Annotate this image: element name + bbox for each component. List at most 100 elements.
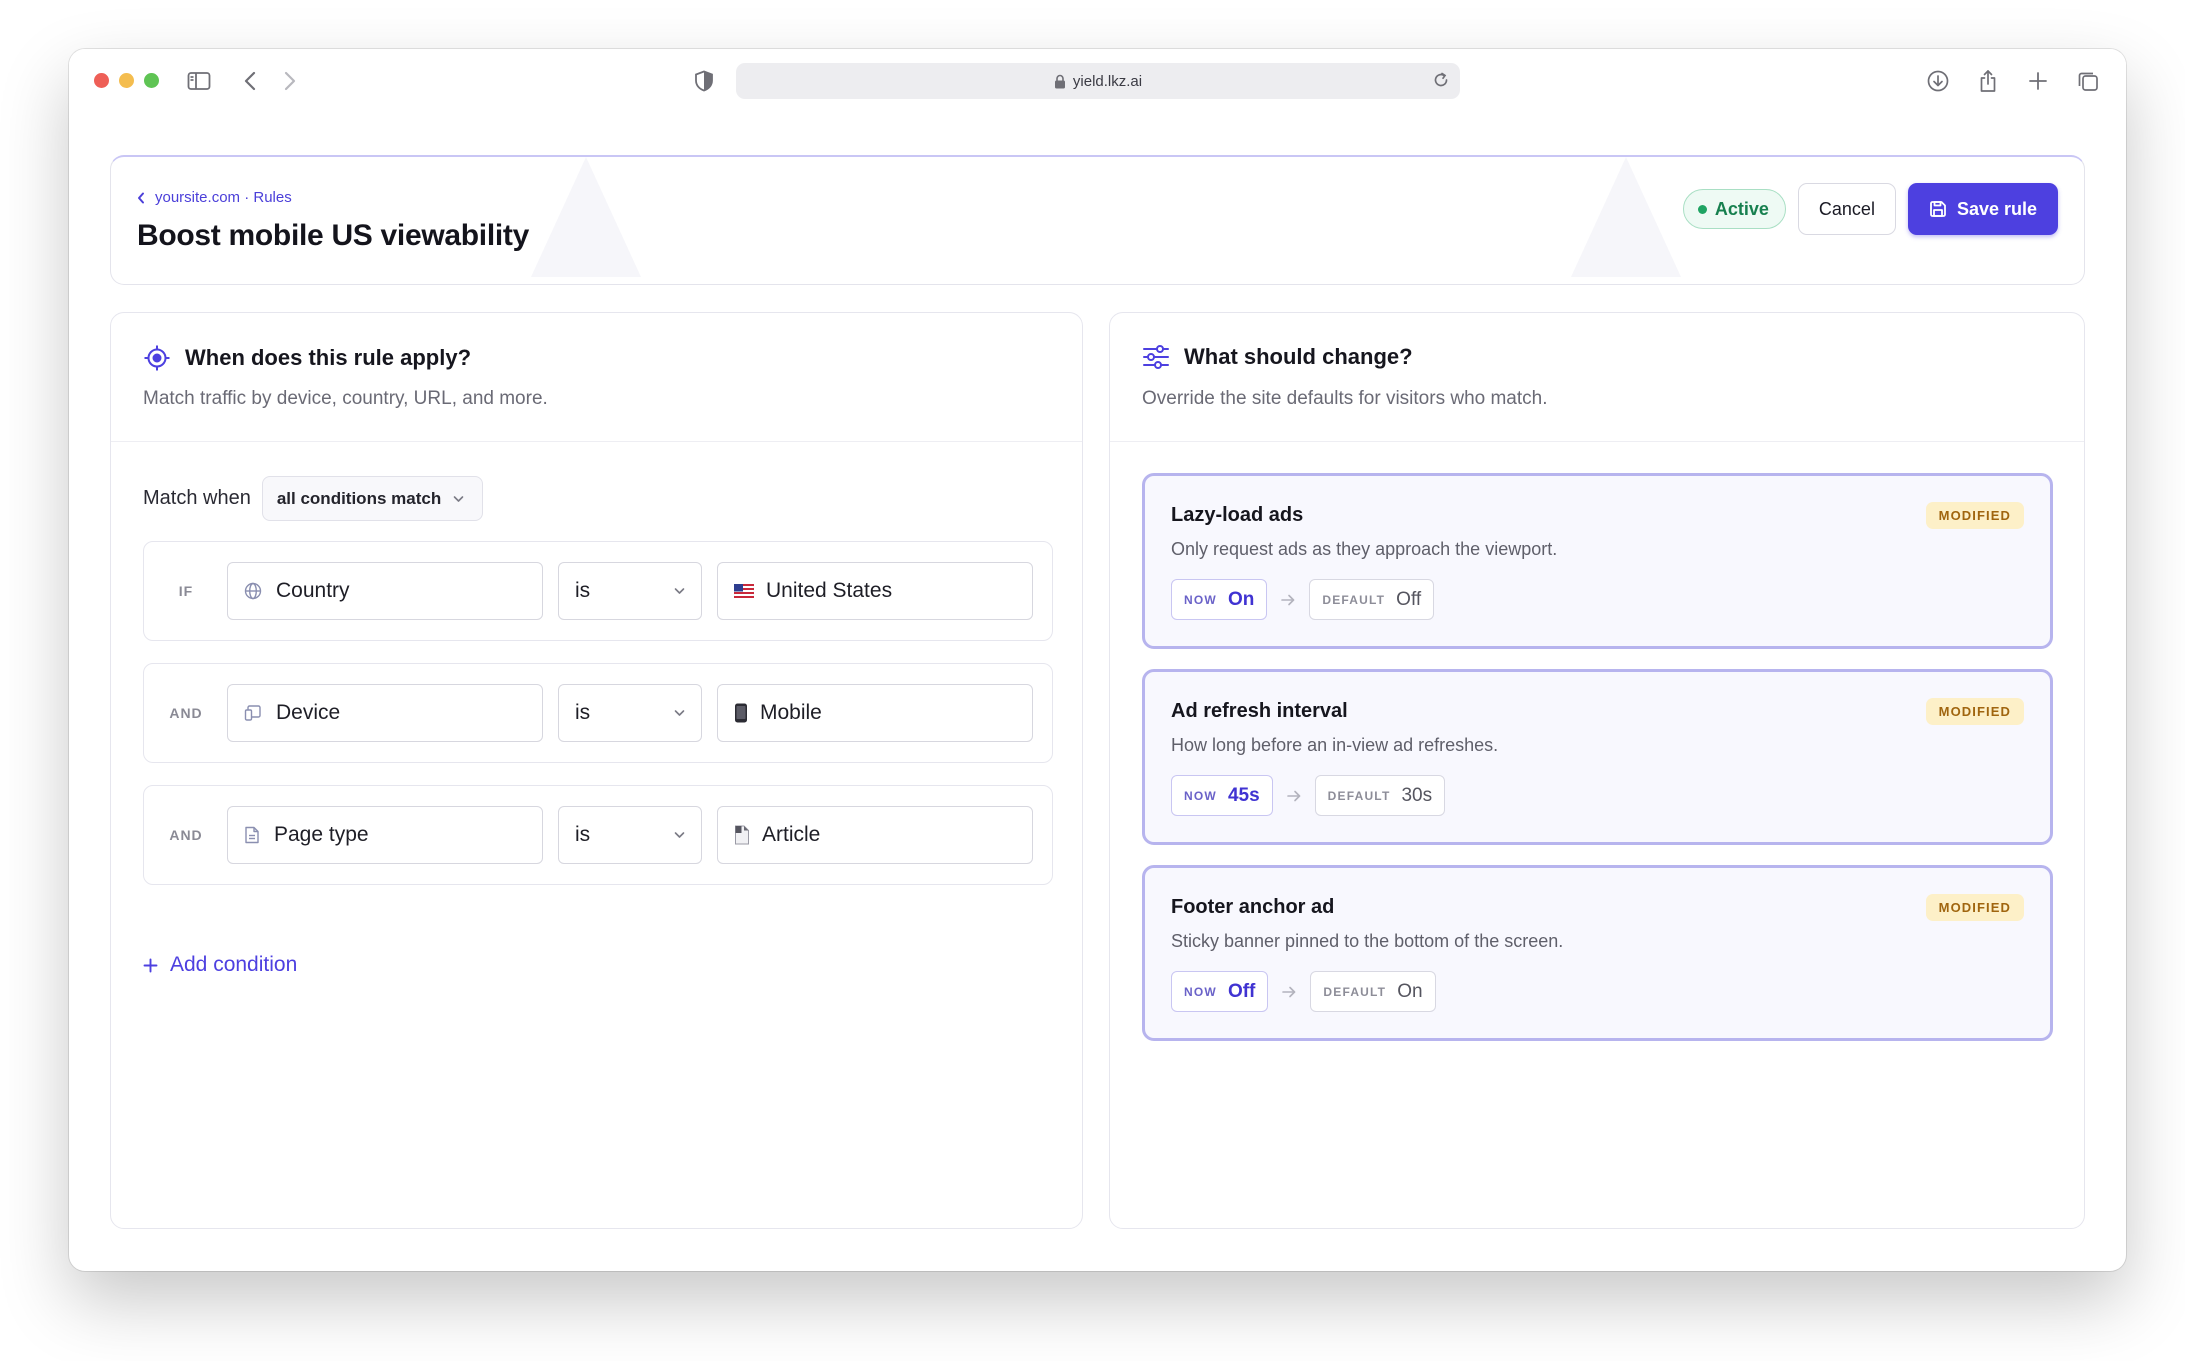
- now-value-chip[interactable]: NOW Off: [1171, 971, 1269, 1012]
- conditions-panel-title-text: When does this rule apply?: [185, 345, 472, 370]
- condition-value-input[interactable]: United States: [717, 562, 1033, 620]
- condition-field-select[interactable]: Page type: [227, 806, 543, 864]
- condition-keyword: AND: [169, 827, 203, 843]
- condition-operator-select[interactable]: is: [558, 684, 702, 742]
- default-value: Off: [1396, 588, 1422, 610]
- back-icon[interactable]: [234, 65, 266, 97]
- status-label: Active: [1714, 198, 1769, 219]
- close-window-button[interactable]: [94, 73, 109, 88]
- chevron-left-icon: [138, 192, 144, 203]
- status-dot-icon: [1697, 204, 1707, 214]
- share-icon[interactable]: [1972, 65, 2004, 97]
- save-rule-label: Save rule: [1956, 198, 2037, 219]
- condition-field-select[interactable]: Device: [227, 684, 543, 742]
- condition-operator-select[interactable]: is: [558, 562, 702, 620]
- arrow-right-icon: [1281, 594, 1295, 606]
- header-actions: Active Cancel Save rule: [1682, 183, 2058, 235]
- cancel-button[interactable]: Cancel: [1797, 183, 1896, 235]
- breadcrumb[interactable]: yoursite.com · Rules: [137, 189, 292, 206]
- match-mode-value: all conditions match: [276, 488, 442, 508]
- mobile-phone-icon: [735, 703, 747, 723]
- devices-icon: [244, 704, 262, 722]
- default-label: DEFAULT: [1327, 788, 1391, 803]
- condition-row-page-type: AND Page type is Article: [143, 785, 1053, 885]
- change-title: Ad refresh interval: [1171, 700, 1348, 722]
- condition-field-value: Country: [276, 579, 350, 602]
- value-comparison: NOW On DEFAULT Off: [1171, 579, 1435, 620]
- match-label: Match when: [143, 487, 251, 509]
- zoom-window-button[interactable]: [144, 73, 159, 88]
- match-mode-row: Match when all conditions match: [143, 476, 484, 521]
- now-value-chip[interactable]: NOW 45s: [1171, 775, 1273, 816]
- add-condition-label: Add condition: [170, 953, 298, 976]
- default-label: DEFAULT: [1322, 592, 1386, 607]
- now-value-chip[interactable]: NOW On: [1171, 579, 1268, 620]
- change-card-footer-anchor[interactable]: Footer anchor ad MODIFIED Sticky banner …: [1142, 865, 2053, 1041]
- breadcrumb-link[interactable]: yoursite.com · Rules: [155, 189, 292, 206]
- minimize-window-button[interactable]: [119, 73, 134, 88]
- default-label: DEFAULT: [1323, 984, 1387, 999]
- chevron-down-icon: [674, 588, 685, 594]
- conditions-panel: When does this rule apply? Match traffic…: [110, 312, 1083, 1229]
- condition-operator-value: is: [575, 701, 591, 724]
- condition-operator-value: is: [575, 823, 591, 846]
- new-tab-icon[interactable]: [2022, 65, 2054, 97]
- change-card-refresh-interval[interactable]: Ad refresh interval MODIFIED How long be…: [1142, 669, 2053, 845]
- condition-value-input[interactable]: Mobile: [717, 684, 1033, 742]
- window-controls: [94, 73, 159, 88]
- chevron-down-icon: [674, 710, 685, 716]
- arrow-right-icon: [1282, 986, 1296, 998]
- reload-icon[interactable]: [1432, 71, 1450, 93]
- modified-badge: MODIFIED: [1925, 502, 2024, 529]
- page-icon: [735, 825, 749, 845]
- url-text: yield.lkz.ai: [1072, 72, 1143, 90]
- conditions-panel-subtitle: Match traffic by device, country, URL, a…: [143, 388, 548, 409]
- sidebar-toggle-icon[interactable]: [183, 65, 215, 97]
- now-value: On: [1227, 588, 1255, 610]
- condition-field-select[interactable]: Country: [227, 562, 543, 620]
- change-card-lazy-load[interactable]: Lazy-load ads MODIFIED Only request ads …: [1142, 473, 2053, 649]
- now-value: Off: [1227, 980, 1256, 1002]
- save-rule-button[interactable]: Save rule: [1907, 183, 2058, 235]
- now-label: NOW: [1184, 984, 1217, 999]
- now-value: 45s: [1227, 784, 1260, 806]
- condition-value-text: United States: [766, 579, 893, 602]
- now-label: NOW: [1184, 592, 1217, 607]
- chevron-down-icon: [674, 832, 685, 838]
- condition-row-device: AND Device is Mobile: [143, 663, 1053, 763]
- downloads-icon[interactable]: [1922, 65, 1954, 97]
- globe-icon: [244, 582, 262, 600]
- change-title: Footer anchor ad: [1171, 896, 1335, 918]
- now-label: NOW: [1184, 788, 1217, 803]
- change-description: Only request ads as they approach the vi…: [1171, 539, 1558, 559]
- privacy-shield-icon[interactable]: [688, 65, 720, 97]
- match-mode-dropdown[interactable]: all conditions match: [261, 476, 484, 521]
- add-condition-button[interactable]: Add condition: [143, 953, 297, 977]
- changes-panel-title: What should change?: [1142, 344, 1413, 370]
- default-value: 30s: [1401, 784, 1433, 806]
- condition-field-value: Device: [276, 701, 341, 724]
- value-comparison: NOW 45s DEFAULT 30s: [1171, 775, 1446, 816]
- default-value: On: [1397, 980, 1423, 1002]
- document-icon: [244, 826, 260, 844]
- chevron-down-icon: [453, 495, 464, 502]
- plus-icon: [143, 958, 158, 972]
- condition-value-text: Mobile: [760, 701, 822, 724]
- condition-value-input[interactable]: Article: [717, 806, 1033, 864]
- changes-panel-subtitle: Override the site defaults for visitors …: [1142, 388, 1548, 409]
- address-bar[interactable]: yield.lkz.ai: [736, 63, 1460, 99]
- status-badge[interactable]: Active: [1682, 189, 1786, 229]
- changes-panel-title-text: What should change?: [1184, 344, 1413, 369]
- change-title: Lazy-load ads: [1171, 504, 1304, 526]
- forward-icon[interactable]: [274, 65, 306, 97]
- condition-operator-select[interactable]: is: [558, 806, 702, 864]
- default-value-chip: DEFAULT On: [1310, 971, 1436, 1012]
- changes-panel: What should change? Override the site de…: [1109, 312, 2085, 1229]
- save-icon: [1930, 201, 1946, 217]
- page-title: Boost mobile US viewability: [137, 219, 529, 252]
- lock-icon: [1054, 74, 1065, 88]
- rule-header: yoursite.com · Rules Boost mobile US vie…: [110, 155, 2085, 285]
- condition-keyword: IF: [178, 583, 194, 599]
- tab-overview-icon[interactable]: [2072, 65, 2104, 97]
- default-value-chip: DEFAULT 30s: [1314, 775, 1446, 816]
